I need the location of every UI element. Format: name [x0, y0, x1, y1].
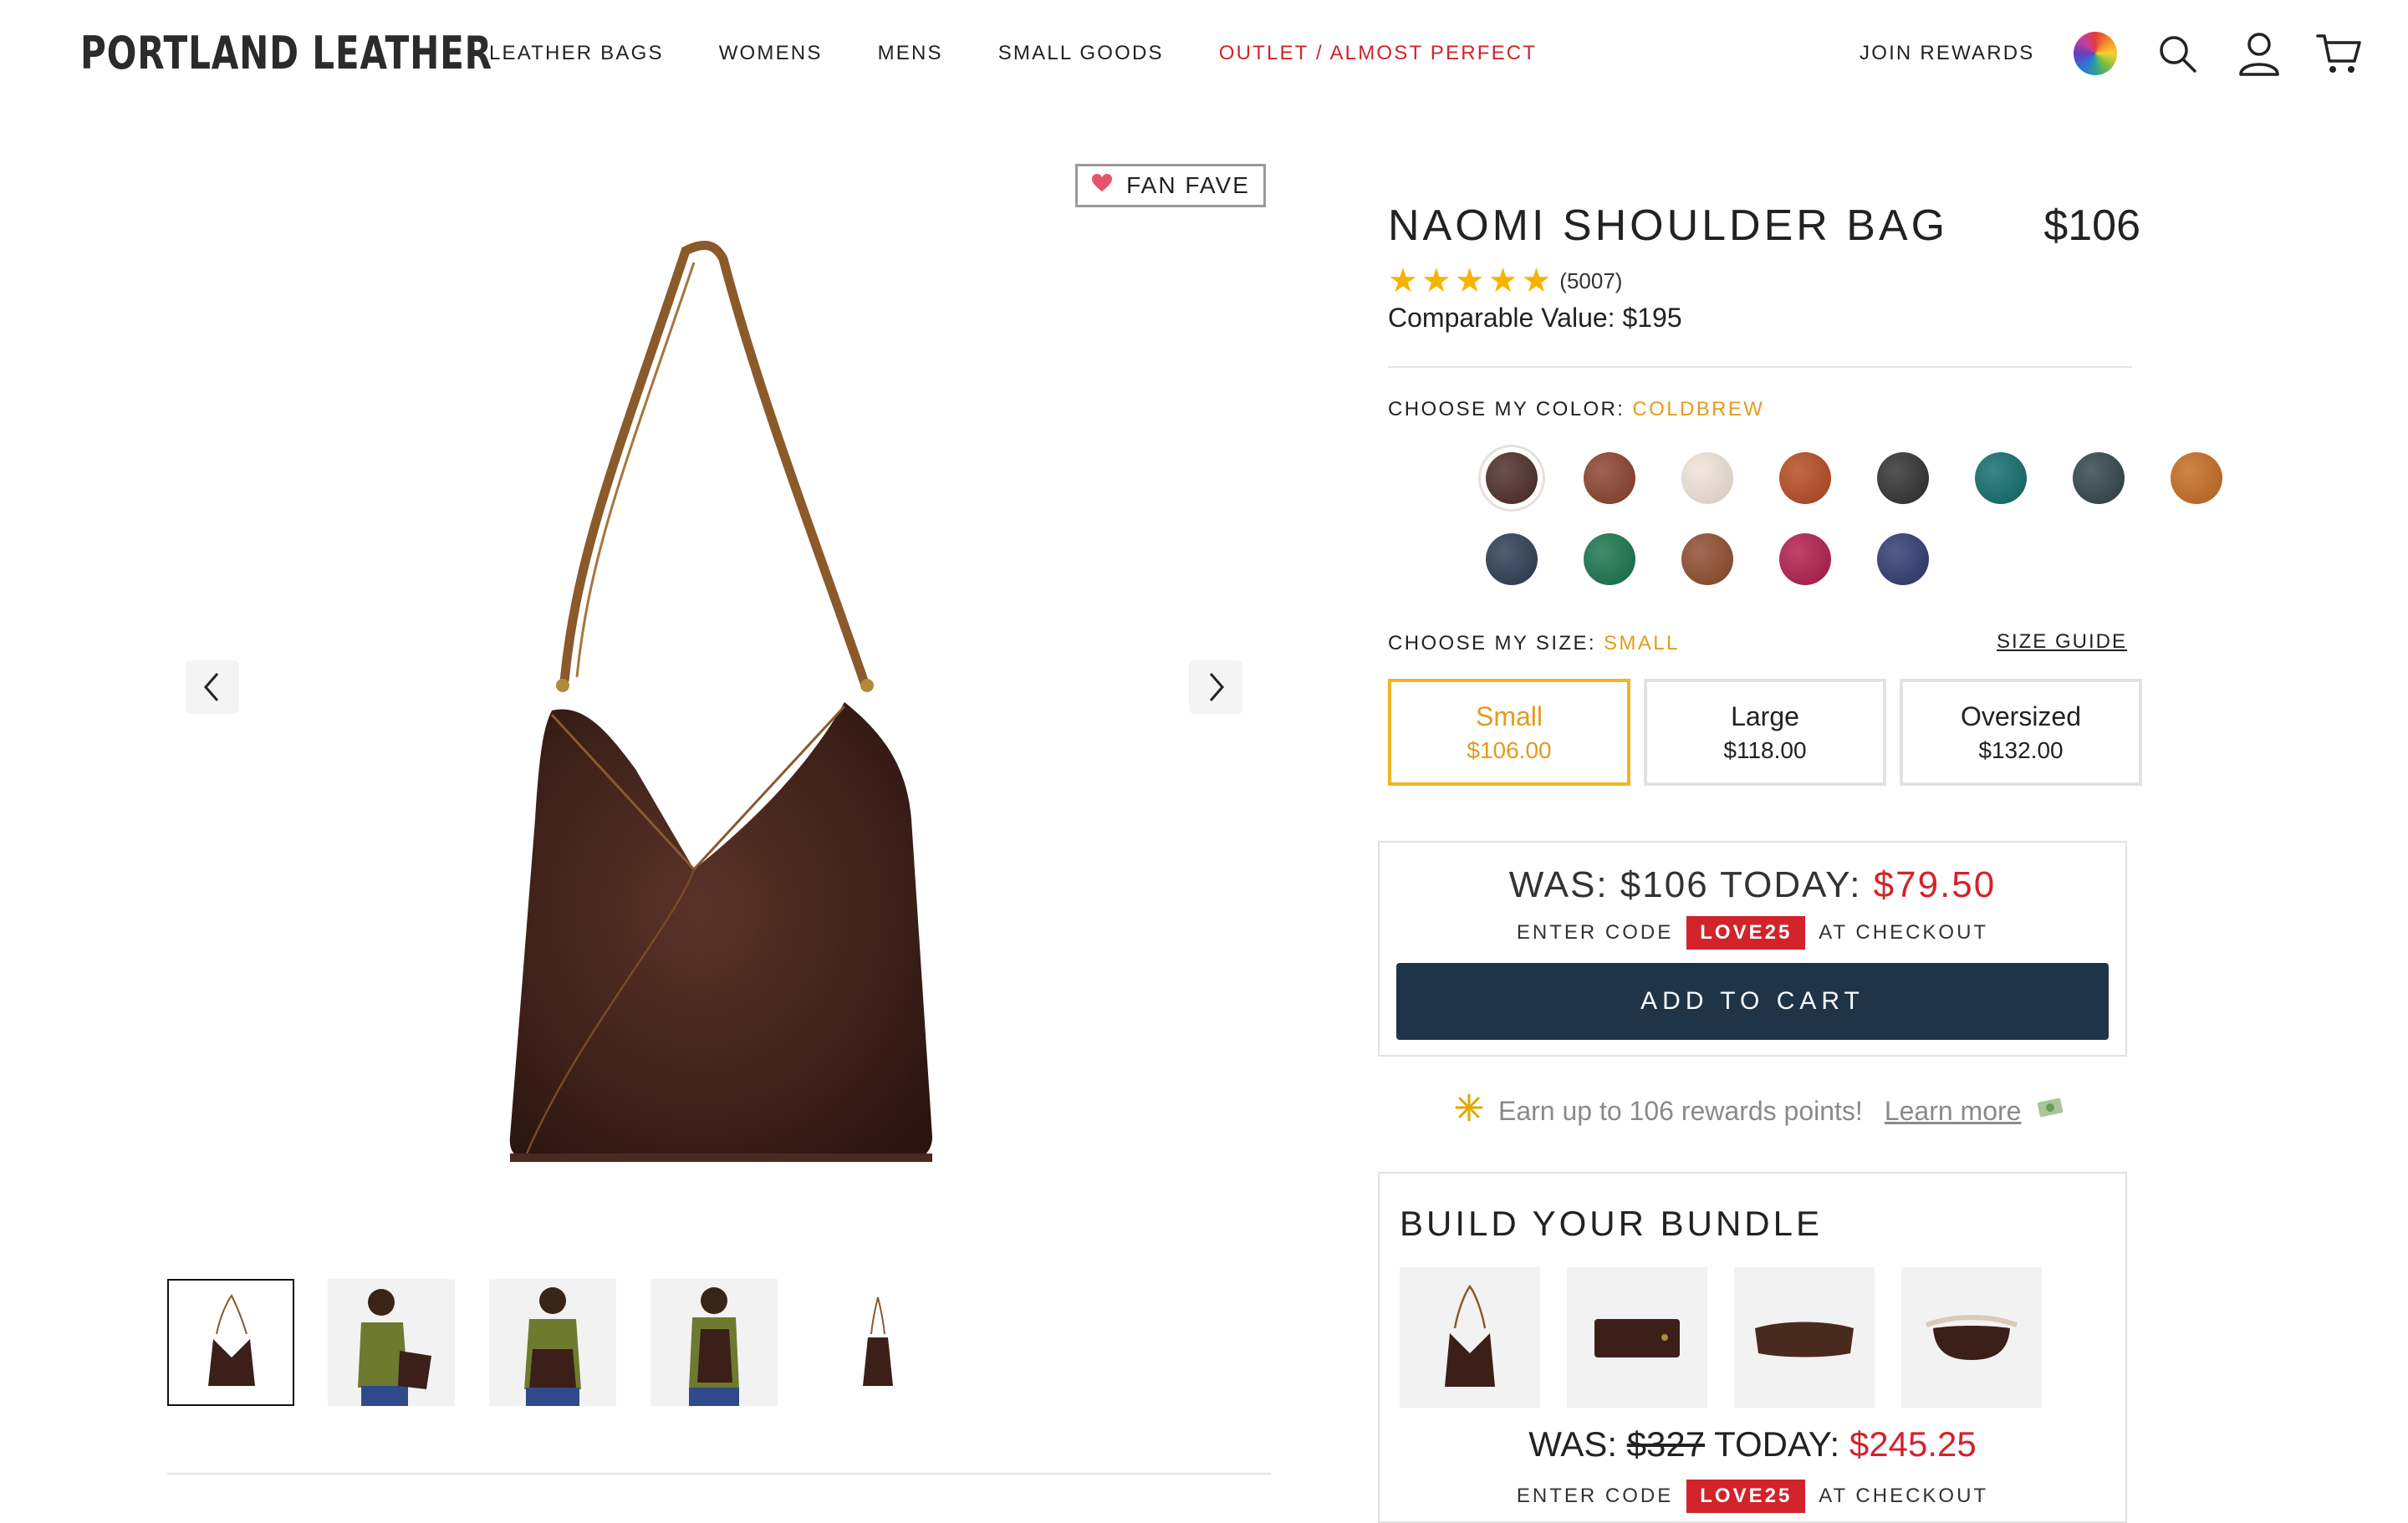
fan-fave-label: FAN FAVE [1126, 172, 1250, 198]
bundle-item-sling-bag[interactable] [1901, 1267, 2042, 1408]
size-option-name: Oversized [1960, 700, 2082, 731]
product-price: $106 [2043, 201, 2140, 250]
bundle-was-label: WAS: [1528, 1424, 1618, 1464]
color-picker-label: CHOOSE MY COLOR: COLDBREW [1388, 398, 1764, 421]
review-count[interactable]: (5007) [1559, 268, 1622, 294]
gallery-divider [167, 1473, 1271, 1475]
cart-icon[interactable] [2314, 28, 2365, 79]
bundle-item-shoulder-bag[interactable] [1400, 1267, 1540, 1408]
selected-size-name: SMALL [1604, 632, 1680, 655]
enter-code-label: ENTER CODE [1516, 921, 1674, 944]
size-option-price: $118.00 [1723, 736, 1807, 763]
star-icon: ★ [1421, 262, 1451, 299]
size-option-small[interactable]: Small $106.00 [1388, 679, 1630, 786]
promo-card: WAS: $106 TODAY: $79.50 ENTER CODE LOVE2… [1378, 841, 2127, 1057]
bundle-was-price: $327 [1626, 1424, 1706, 1464]
money-icon [2036, 1095, 2066, 1127]
size-option-price: $132.00 [1978, 736, 2064, 763]
bundle-card: BUILD YOUR BUNDLE WAS: $327 TODAY: $245.… [1378, 1172, 2127, 1523]
rewards-text: Earn up to 106 rewards points! [1498, 1095, 1863, 1126]
color-wheel-icon[interactable] [2070, 28, 2120, 79]
star-icon: ★ [1487, 262, 1518, 299]
gallery-prev-button[interactable] [186, 660, 239, 714]
color-swatch[interactable] [1681, 533, 1733, 585]
bundle-code-badge: LOVE25 [1686, 1480, 1806, 1513]
bundle-today-label: TODAY: [1714, 1424, 1840, 1464]
size-option-price: $106.00 [1467, 736, 1552, 763]
size-option-large[interactable]: Large $118.00 [1644, 679, 1886, 786]
color-swatch[interactable] [1877, 452, 1929, 504]
thumbnail-model-back[interactable] [650, 1279, 778, 1406]
thumbnail-bag-side[interactable] [811, 1279, 938, 1406]
size-option-name: Large [1731, 700, 1799, 731]
site-logo[interactable]: PORTLAND LEATHER [80, 23, 492, 84]
nav-small-goods[interactable]: SMALL GOODS [998, 37, 1164, 70]
star-icon: ★ [1454, 262, 1485, 299]
color-swatch[interactable] [1975, 452, 2027, 504]
color-swatch[interactable] [1779, 452, 1831, 504]
bundle-title: BUILD YOUR BUNDLE [1400, 1204, 1824, 1243]
thumbnail-model-front-hold[interactable] [489, 1279, 616, 1406]
product-title: NAOMI SHOULDER BAG [1388, 201, 1949, 250]
color-swatch[interactable] [2073, 452, 2125, 504]
nav-womens[interactable]: WOMENS [719, 37, 823, 70]
sparkle-icon [1455, 1093, 1483, 1128]
bundle-item-wallet[interactable] [1567, 1267, 1707, 1408]
today-price: $79.50 [1873, 864, 1997, 905]
was-today-label: WAS: $106 TODAY: [1508, 864, 1862, 905]
promo-price-line: WAS: $106 TODAY: $79.50 [1380, 864, 2125, 906]
size-option-name: Small [1475, 700, 1543, 731]
bundle-price-line: WAS: $327 TODAY: $245.25 [1380, 1424, 2125, 1464]
main-nav: LEATHER BAGS WOMENS MENS SMALL GOODS OUT… [489, 37, 1592, 70]
at-checkout-label: AT CHECKOUT [1819, 921, 1989, 944]
thumbnail-bag-front[interactable] [167, 1279, 294, 1406]
color-swatch[interactable] [1877, 533, 1929, 585]
bundle-item-pouch[interactable] [1734, 1267, 1875, 1408]
color-swatch[interactable] [1779, 533, 1831, 585]
size-label-text: CHOOSE MY SIZE: [1388, 632, 1596, 655]
search-icon[interactable] [2152, 28, 2202, 79]
size-guide-link[interactable]: SIZE GUIDE [1997, 630, 2127, 654]
star-icon: ★ [1521, 262, 1552, 299]
heart-icon [1091, 172, 1113, 199]
promo-code-badge: LOVE25 [1686, 916, 1806, 950]
promo-code-line: ENTER CODE LOVE25 AT CHECKOUT [1380, 916, 2125, 950]
color-swatch[interactable] [2171, 452, 2222, 504]
nav-leather-bags[interactable]: LEATHER BAGS [489, 37, 664, 70]
add-to-cart-button[interactable]: ADD TO CART [1396, 963, 2109, 1040]
bundle-code-line: ENTER CODE LOVE25 AT CHECKOUT [1380, 1480, 2125, 1513]
gallery-next-button[interactable] [1189, 660, 1242, 714]
learn-more-link[interactable]: Learn more [1885, 1096, 2022, 1127]
account-icon[interactable] [2234, 28, 2284, 79]
size-option-oversized[interactable]: Oversized $132.00 [1900, 679, 2142, 786]
join-rewards-link[interactable]: JOIN REWARDS [1860, 37, 2035, 70]
nav-outlet[interactable]: OUTLET / ALMOST PERFECT [1219, 37, 1537, 70]
main-product-image [452, 234, 970, 1179]
thumbnail-model-shoulder-side[interactable] [328, 1279, 455, 1406]
color-swatch[interactable] [1681, 452, 1733, 504]
rewards-line: Earn up to 106 rewards points! Learn mor… [1455, 1093, 2066, 1128]
nav-mens[interactable]: MENS [878, 37, 943, 70]
divider [1388, 366, 2132, 368]
color-label-text: CHOOSE MY COLOR: [1388, 398, 1625, 420]
size-picker-label: CHOOSE MY SIZE: SMALL [1388, 632, 1680, 655]
color-swatch[interactable] [1486, 452, 1538, 504]
rating-stars[interactable]: ★ ★ ★ ★ ★ (5007) [1388, 264, 1622, 298]
star-icon: ★ [1388, 262, 1418, 299]
bundle-today-price: $245.25 [1849, 1424, 1977, 1464]
fan-fave-badge: FAN FAVE [1075, 164, 1266, 207]
color-swatch[interactable] [1584, 533, 1635, 585]
color-swatch[interactable] [1584, 452, 1635, 504]
selected-color-name: COLDBREW [1632, 398, 1765, 420]
color-swatch[interactable] [1486, 533, 1538, 585]
comparable-value: Comparable Value: $195 [1388, 303, 1682, 333]
